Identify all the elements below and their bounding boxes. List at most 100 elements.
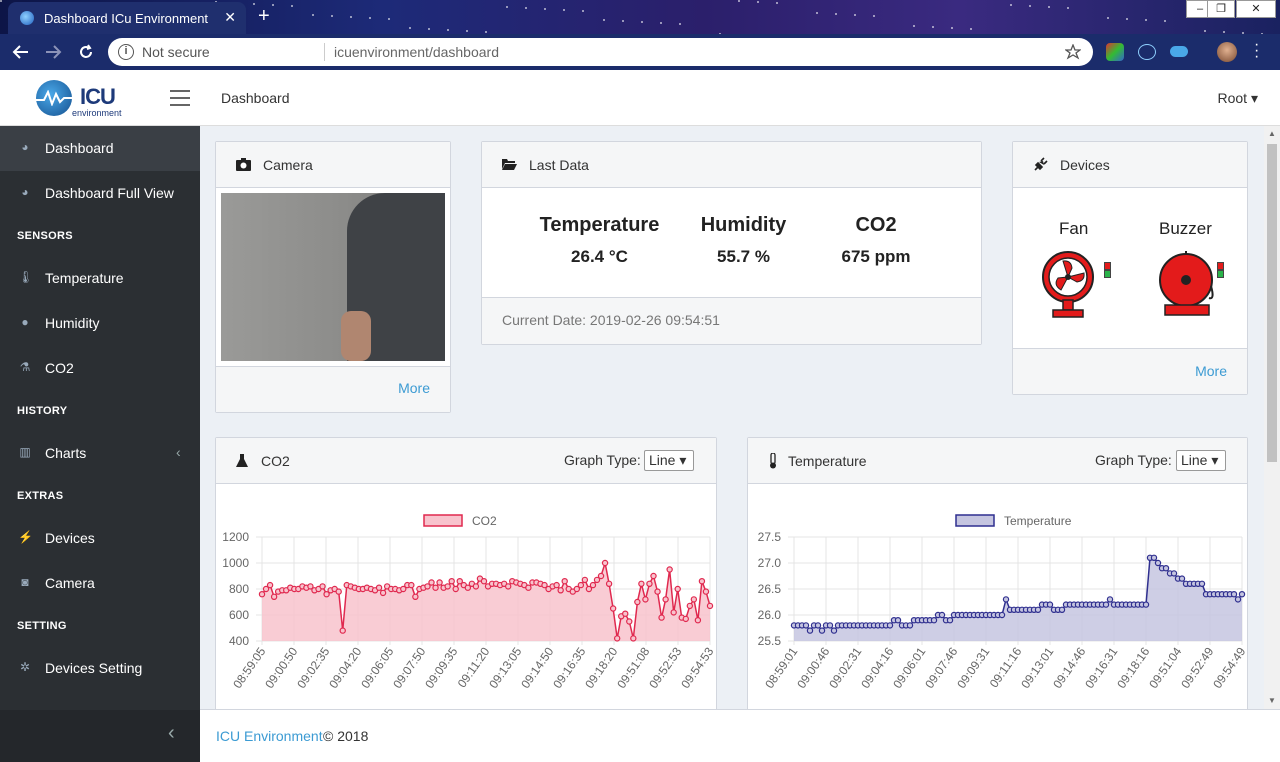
scrollbar-thumb[interactable] — [1267, 144, 1277, 462]
data-point — [335, 588, 342, 595]
devices-more-link[interactable]: More — [1195, 363, 1227, 379]
bookmark-star-icon[interactable] — [1065, 44, 1081, 60]
close-window-button[interactable]: ✕ — [1236, 0, 1276, 18]
address-divider — [324, 43, 325, 61]
camera-more-link[interactable]: More — [398, 380, 430, 396]
background-star — [369, 17, 371, 19]
forward-icon[interactable] — [44, 43, 62, 61]
thermometer-icon: 🌡 — [18, 270, 34, 284]
data-point — [690, 596, 698, 603]
extension-2-icon[interactable] — [1138, 44, 1156, 60]
logo-text: ICU — [80, 84, 116, 109]
sidebar-collapse-button[interactable]: ‹ — [0, 710, 200, 762]
scroll-down-icon[interactable]: ▼ — [1268, 696, 1276, 705]
data-point — [1058, 606, 1066, 614]
data-point — [408, 581, 415, 589]
y-tick-label: 26.5 — [758, 582, 782, 596]
y-tick-label: 800 — [229, 582, 249, 596]
data-point — [938, 611, 946, 619]
data-point — [258, 590, 266, 598]
avatar[interactable] — [1217, 42, 1237, 62]
temperature-chart-card: Temperature Graph Type: Line ▾ Temperatu… — [747, 437, 1248, 727]
current-date: Current Date: 2019-02-26 09:54:51 — [502, 312, 720, 328]
data-point — [436, 579, 443, 586]
restore-button[interactable]: ❐ — [1207, 0, 1235, 18]
graph-type-select[interactable]: Line ▾ — [644, 450, 694, 471]
data-point — [319, 583, 326, 590]
graph-type-select[interactable]: Line ▾ — [1176, 450, 1226, 471]
data-point — [605, 580, 613, 588]
gear-icon: ✲ — [19, 660, 31, 674]
metric-value: 55.7 % — [717, 247, 770, 266]
metric-humidity: Humidity 55.7 % — [682, 214, 805, 267]
browser-tab[interactable]: Dashboard ICu Environment ✕ — [8, 2, 246, 34]
data-point — [694, 616, 702, 624]
data-point — [266, 581, 274, 589]
address-bar[interactable]: i Not secure icuenvironment/dashboard — [108, 38, 1093, 66]
data-point — [998, 611, 1006, 619]
x-tick-label: 09:09:35 — [422, 644, 460, 691]
footer-copyright: © 2018 — [323, 728, 369, 744]
info-icon[interactable]: i — [118, 44, 134, 60]
user-menu[interactable]: Root ▾ — [1218, 90, 1259, 107]
data-point — [1230, 590, 1238, 598]
scroll-up-icon[interactable]: ▲ — [1268, 129, 1276, 138]
page-footer: ICU Environment © 2018 — [200, 709, 1280, 762]
flask-icon: ⚗ — [19, 360, 31, 374]
fan-device-icon[interactable] — [1041, 250, 1111, 320]
background-star — [970, 28, 972, 30]
data-point — [472, 583, 480, 590]
background-star — [506, 6, 508, 8]
reload-icon[interactable] — [77, 43, 95, 61]
background-star — [1223, 31, 1225, 33]
sidebar-item-devices[interactable]: ⚡ Devices — [0, 516, 200, 561]
buzzer-device-icon[interactable] — [1153, 250, 1229, 320]
background-star — [1126, 18, 1128, 20]
cloud-icon[interactable] — [1170, 46, 1188, 57]
background-star — [835, 13, 837, 15]
sidebar-item-camera[interactable]: ◙ Camera — [0, 561, 200, 606]
data-point — [650, 572, 657, 580]
hamburger-menu-icon[interactable] — [170, 90, 190, 106]
sidebar-item-dashboard[interactable]: ◕ Dashboard — [0, 126, 200, 171]
tab-close-icon[interactable]: ✕ — [224, 9, 236, 26]
back-icon[interactable] — [12, 43, 30, 61]
data-point — [626, 618, 633, 625]
sidebar-item-devices-setting[interactable]: ✲ Devices Setting — [0, 646, 200, 691]
sidebar-item-label: Devices — [45, 530, 95, 546]
data-point — [609, 605, 617, 612]
background-star — [0, 0, 2, 2]
last-data-card-header: Last Data — [482, 142, 981, 188]
data-point — [894, 616, 902, 624]
extension-icon[interactable] — [1106, 43, 1124, 61]
footer-link[interactable]: ICU Environment — [216, 728, 323, 744]
sidebar-item-charts[interactable]: ▥ Charts ‹ — [0, 431, 200, 476]
data-point — [553, 581, 560, 589]
section-history: HISTORY — [17, 405, 68, 417]
sidebar-item-dashboard-full-view[interactable]: ◕ Dashboard Full View — [0, 171, 200, 216]
temperature-chart-title: Temperature — [788, 453, 867, 469]
background-star — [485, 31, 487, 33]
new-tab-button[interactable]: + — [258, 5, 270, 28]
sidebar-item-temperature[interactable]: 🌡 Temperature — [0, 256, 200, 301]
tab-favicon-icon — [20, 11, 34, 25]
background-star — [603, 19, 605, 21]
camera-feed[interactable] — [221, 193, 445, 361]
page-scrollbar[interactable]: ▲ ▼ — [1264, 126, 1280, 709]
logo[interactable]: ICU environment — [34, 78, 129, 118]
url-text[interactable]: icuenvironment/dashboard — [334, 44, 499, 60]
y-tick-label: 400 — [229, 634, 249, 648]
dashboard-icon: ◕ — [21, 140, 29, 154]
last-data-card-footer: Current Date: 2019-02-26 09:54:51 — [482, 297, 981, 344]
data-point — [339, 627, 346, 634]
menu-kebab-icon[interactable]: · · · — [1254, 37, 1259, 65]
data-point — [504, 583, 512, 590]
sidebar-item-humidity[interactable]: ● Humidity — [0, 301, 200, 346]
background-star — [331, 15, 333, 17]
background-star — [1010, 4, 1012, 6]
data-point — [806, 627, 814, 634]
sidebar-item-co2[interactable]: ⚗ CO2 — [0, 346, 200, 391]
camera-icon: ◙ — [21, 575, 29, 589]
background-star — [913, 25, 915, 27]
co2-chart-title: CO2 — [261, 453, 290, 469]
